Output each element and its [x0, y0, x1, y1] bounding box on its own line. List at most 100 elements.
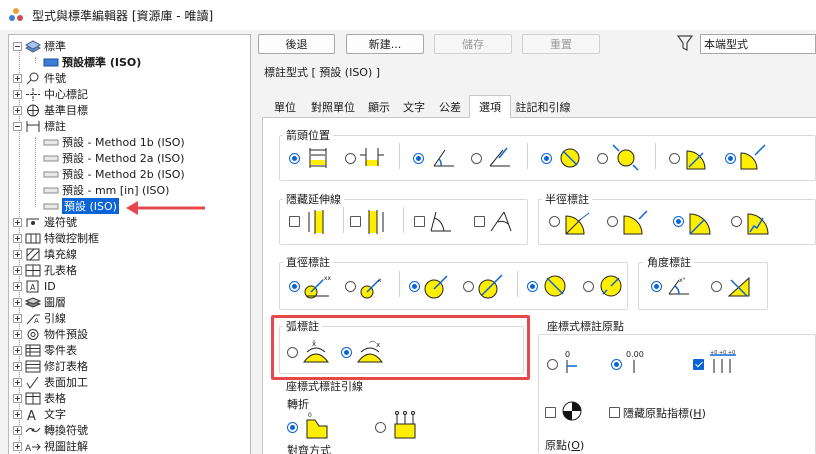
- diameter-leader-radio-5[interactable]: [527, 281, 538, 292]
- expand-icon[interactable]: [13, 105, 22, 115]
- expand-icon[interactable]: [13, 361, 22, 371]
- tree-item-dimension[interactable]: 標註: [13, 118, 66, 134]
- radius-leader-radio-4[interactable]: [731, 216, 742, 227]
- tree-item-edge-symbol[interactable]: 邊符號: [13, 214, 77, 230]
- tree-item-revision-table[interactable]: 修訂表格: [13, 358, 88, 374]
- expand-icon[interactable]: [13, 233, 22, 243]
- collapse-icon[interactable]: [13, 41, 22, 51]
- diameter-leader-radio-4[interactable]: [463, 281, 474, 292]
- save-button[interactable]: 儲存: [434, 34, 512, 54]
- svg-text:x°: x°: [679, 277, 686, 284]
- diameter-leader-radio-2[interactable]: [345, 281, 356, 292]
- expand-icon[interactable]: [13, 265, 22, 275]
- expand-icon[interactable]: [13, 329, 22, 339]
- balloon-icon: [25, 72, 41, 85]
- tab-display[interactable]: 顯示: [362, 97, 396, 117]
- expand-icon[interactable]: [13, 217, 22, 227]
- origin-symbol-checkbox[interactable]: [545, 407, 556, 418]
- expand-icon[interactable]: [13, 409, 22, 419]
- origin-style-radio-2[interactable]: [611, 359, 622, 370]
- tab-tolerance[interactable]: 公差: [432, 97, 468, 117]
- radius-inside-icon: [686, 150, 706, 170]
- tree-item-datum-target[interactable]: 基準目標: [13, 102, 88, 118]
- angular-arrow-outside-radio[interactable]: [471, 153, 482, 164]
- expand-icon[interactable]: [13, 73, 22, 83]
- expand-icon[interactable]: [13, 393, 22, 403]
- radius-arrow-inside-radio[interactable]: [669, 153, 680, 164]
- style-tree[interactable]: 標準 預設標準 (ISO) 件號 中心標記 基準目標 標註 預設 - Metho…: [8, 34, 251, 454]
- angular-dim-radio-2[interactable]: [711, 281, 722, 292]
- expand-icon[interactable]: [13, 89, 22, 99]
- tree-item-standards[interactable]: 標準: [13, 38, 66, 54]
- tree-item-label: 特徵控制框: [44, 232, 99, 245]
- arrowhead-outside-radio[interactable]: [345, 153, 356, 164]
- tree-item-method-2a[interactable]: 預設 - Method 2a (ISO): [43, 150, 184, 166]
- expand-icon[interactable]: [13, 313, 22, 323]
- expand-icon[interactable]: [13, 281, 22, 291]
- hide-first-extension-checkbox[interactable]: [289, 216, 300, 227]
- straight-leader-radio[interactable]: [375, 422, 386, 433]
- tree-item-surface-texture[interactable]: 表面加工: [13, 374, 88, 390]
- filter-icon[interactable]: [677, 34, 693, 52]
- tree-item-feature-control-frame[interactable]: 特徵控制框: [13, 230, 99, 246]
- expand-icon[interactable]: [13, 425, 22, 435]
- angular-dim-radio-1[interactable]: [651, 281, 662, 292]
- tree-item-method-1b[interactable]: 預設 - Method 1b (ISO): [43, 134, 185, 150]
- tree-item-id[interactable]: A ID: [13, 278, 56, 294]
- expand-icon[interactable]: [13, 441, 22, 451]
- dim-style-icon: [43, 184, 59, 197]
- origin-chain-checkbox[interactable]: [693, 359, 704, 370]
- radius-arrow-outside-radio[interactable]: [725, 153, 736, 164]
- tree-item-parts-list[interactable]: 零件表: [13, 342, 77, 358]
- angular-arrow-inside-radio[interactable]: [413, 153, 424, 164]
- radius-leader-radio-1[interactable]: [549, 216, 560, 227]
- hide-origin-indicator-checkbox[interactable]: [609, 407, 620, 418]
- tree-item-hatch[interactable]: 填充線: [13, 246, 77, 262]
- tree-item-leader[interactable]: A 引線: [13, 310, 66, 326]
- tree-item-default-standard[interactable]: 預設標準 (ISO): [43, 54, 141, 70]
- radius-leader-radio-2[interactable]: [607, 216, 618, 227]
- hide-angular-first-extension-checkbox[interactable]: [414, 216, 425, 227]
- back-button[interactable]: 後退: [258, 34, 335, 54]
- diameter-arrow-inside-radio[interactable]: [541, 153, 552, 164]
- tab-text[interactable]: 文字: [396, 97, 432, 117]
- diameter-leader-radio-3[interactable]: [409, 281, 420, 292]
- tree-item-label: 預設 - Method 2a (ISO): [62, 152, 185, 165]
- jog-leader-radio[interactable]: [287, 422, 298, 433]
- tree-item-label: 預設 - Method 2b (ISO): [62, 168, 185, 181]
- tree-item-view-annotation[interactable]: A 視圖註解: [13, 438, 88, 454]
- tab-options[interactable]: 選項: [469, 95, 511, 118]
- tree-item-balloon[interactable]: 件號: [13, 70, 66, 86]
- style-filter-select[interactable]: 本端型式: [700, 34, 816, 54]
- origin-style-radio-1[interactable]: [547, 359, 558, 370]
- tree-item-hole-table[interactable]: 孔表格: [13, 262, 77, 278]
- radius-leader-radio-3[interactable]: [673, 216, 684, 227]
- tree-item-transition-symbol[interactable]: 轉換符號: [13, 422, 88, 438]
- tree-item-object-defaults[interactable]: 物件預設: [13, 326, 88, 342]
- tree-item-table[interactable]: 表格: [13, 390, 66, 406]
- diameter-arrow-outside-radio[interactable]: [597, 153, 608, 164]
- tree-item-default-iso[interactable]: 預設 (ISO): [43, 198, 119, 214]
- tree-item-center-mark[interactable]: 中心標記: [13, 86, 88, 102]
- tab-alternate-units[interactable]: 對照單位: [304, 97, 362, 117]
- hide-angular-second-extension-checkbox[interactable]: [474, 216, 485, 227]
- expand-icon[interactable]: [13, 345, 22, 355]
- expand-icon[interactable]: [13, 249, 22, 259]
- hide-second-extension-checkbox[interactable]: [350, 216, 361, 227]
- straight-leader-icon: [394, 411, 416, 439]
- tree-item-text[interactable]: A 文字: [13, 406, 66, 422]
- tab-notes-and-leaders[interactable]: 註記和引線: [511, 97, 575, 117]
- collapse-icon[interactable]: [13, 121, 22, 131]
- arrowhead-inside-radio[interactable]: [289, 153, 300, 164]
- svg-text:A: A: [30, 283, 36, 292]
- tree-item-layer[interactable]: 圖層: [13, 294, 66, 310]
- new-button[interactable]: 新建...: [346, 34, 424, 54]
- tree-item-method-2b[interactable]: 預設 - Method 2b (ISO): [43, 166, 185, 182]
- expand-icon[interactable]: [13, 297, 22, 307]
- expand-icon[interactable]: [13, 377, 22, 387]
- diameter-leader-radio-6[interactable]: [583, 281, 594, 292]
- tree-item-mm-in[interactable]: 預設 - mm [in] (ISO): [43, 182, 169, 198]
- reset-button[interactable]: 重置: [522, 34, 600, 54]
- tab-units[interactable]: 單位: [266, 97, 304, 117]
- diameter-leader-radio-1[interactable]: [289, 281, 300, 292]
